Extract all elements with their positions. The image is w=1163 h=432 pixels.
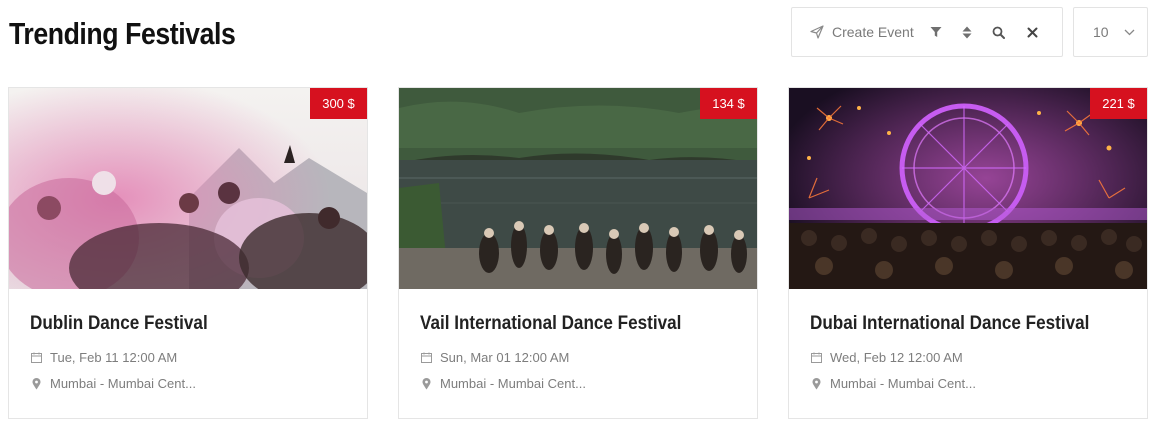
event-date-text: Tue, Feb 11 12:00 AM [50,350,178,365]
event-date: Tue, Feb 11 12:00 AM [30,350,177,365]
sort-icon[interactable] [960,25,974,39]
per-page-value: 10 [1093,24,1109,40]
create-event-button[interactable]: Create Event [810,24,914,40]
create-event-label: Create Event [832,24,914,40]
calendar-icon [420,352,432,364]
event-location: Mumbai - Mumbai Cent... [810,376,976,391]
event-title[interactable]: Vail International Dance Festival [420,313,681,335]
event-location-text: Mumbai - Mumbai Cent... [440,376,586,391]
event-date-text: Wed, Feb 12 12:00 AM [830,350,963,365]
event-location-text: Mumbai - Mumbai Cent... [830,376,976,391]
calendar-icon [810,352,822,364]
event-toolbar: Create Event [791,7,1063,57]
search-icon[interactable] [992,25,1006,39]
event-card[interactable]: 300 $ Dublin Dance Festival Tue, Feb 11 … [8,87,368,419]
price-badge: 221 $ [1090,88,1147,119]
event-card[interactable]: 221 $ Dubai International Dance Festival… [788,87,1148,419]
chevron-down-icon [1123,25,1137,39]
filter-icon[interactable] [929,25,943,39]
event-location: Mumbai - Mumbai Cent... [420,376,586,391]
close-icon[interactable] [1026,25,1040,39]
page-title: Trending Festivals [9,16,236,51]
event-date-text: Sun, Mar 01 12:00 AM [440,350,570,365]
map-marker-icon [810,377,822,390]
map-marker-icon [420,377,432,390]
event-title[interactable]: Dubai International Dance Festival [810,313,1089,335]
calendar-icon [30,352,42,364]
map-marker-icon [30,377,42,390]
price-badge: 300 $ [310,88,367,119]
event-date: Sun, Mar 01 12:00 AM [420,350,569,365]
event-location: Mumbai - Mumbai Cent... [30,376,196,391]
send-icon [810,25,824,39]
per-page-select[interactable]: 10 [1073,7,1148,57]
price-badge: 134 $ [700,88,757,119]
event-card[interactable]: 134 $ Vail International Dance Festival … [398,87,758,419]
event-title[interactable]: Dublin Dance Festival [30,313,208,335]
event-location-text: Mumbai - Mumbai Cent... [50,376,196,391]
event-date: Wed, Feb 12 12:00 AM [810,350,963,365]
